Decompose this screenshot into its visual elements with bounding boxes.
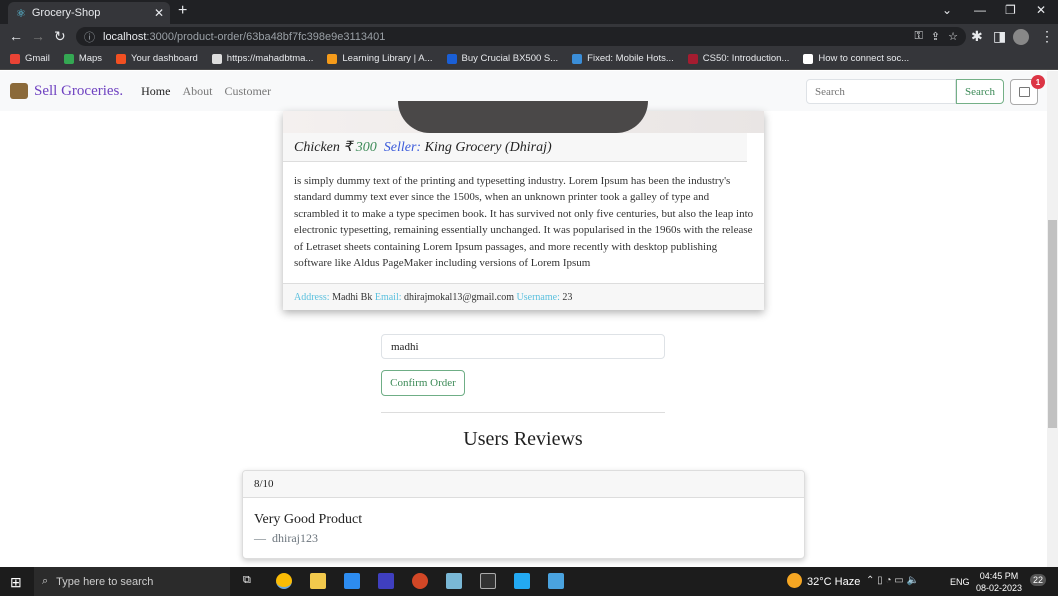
bookmark-icon xyxy=(572,53,583,64)
chrome-taskbar-icon[interactable] xyxy=(276,573,292,589)
menu-icon[interactable]: ⋮ xyxy=(1040,28,1054,45)
info-icon: ⓘ xyxy=(84,31,95,44)
share-icon[interactable]: ⇪ xyxy=(931,30,940,43)
close-window-icon[interactable]: ✕ xyxy=(1036,3,1046,17)
product-description: is simply dummy text of the printing and… xyxy=(294,175,754,270)
close-tab-icon[interactable]: ✕ xyxy=(154,6,164,20)
bookmark-item[interactable]: CS50: Introduction... xyxy=(687,53,789,64)
forward-icon[interactable]: → xyxy=(31,28,45,44)
shopping-bag-icon xyxy=(1018,87,1030,97)
back-icon[interactable]: ← xyxy=(9,28,23,44)
bookmark-item[interactable]: Learning Library | A... xyxy=(327,53,433,64)
bookmark-item[interactable]: Gmail xyxy=(10,53,50,64)
profile-avatar[interactable] xyxy=(1013,29,1029,45)
review-author: dhiraj123 xyxy=(272,531,318,545)
review-card: 8/10 Very Good Product — dhiraj123 xyxy=(242,470,805,559)
new-tab-button[interactable]: + xyxy=(178,2,187,20)
scrollbar-thumb[interactable] xyxy=(1048,220,1057,428)
tab-search-icon[interactable]: ⌄ xyxy=(942,3,952,17)
photos-icon[interactable] xyxy=(548,573,564,589)
bookmark-icon xyxy=(327,53,338,64)
bookmark-icon xyxy=(63,53,74,64)
taskbar: ⊞ ⌕ Type here to search ⧉ 32°C Haze ⌃ ▯ ◔… xyxy=(0,567,1058,596)
search-icon: ⌕ xyxy=(42,575,49,587)
bookmark-item[interactable]: How to connect soc... xyxy=(803,53,909,64)
cart-count-badge: 1 xyxy=(1031,75,1045,89)
review-text: Very Good Product xyxy=(254,512,363,527)
browser-tab[interactable]: ⚛ Grocery-Shop ✕ xyxy=(8,2,170,24)
mail-icon[interactable] xyxy=(344,573,360,589)
bookmarks-bar: Gmail Maps Your dashboard https://mahadbtma… xyxy=(0,48,1058,70)
bookmark-item[interactable]: https://mahadbtma... xyxy=(211,53,313,64)
windows-start-icon[interactable]: ⊞ xyxy=(10,574,22,591)
product-title: Chicken ₹ 300 Seller: King Grocery (Dhir… xyxy=(283,133,747,162)
bookmark-item[interactable]: Your dashboard xyxy=(116,53,198,64)
bookmark-icon xyxy=(803,53,814,64)
bookmark-icon xyxy=(687,53,698,64)
product-card: Chicken ₹ 300 Seller: King Grocery (Dhir… xyxy=(283,101,764,310)
vscode-icon[interactable] xyxy=(514,573,530,589)
nav-customer[interactable]: Customer xyxy=(224,84,271,99)
brand-link[interactable]: Sell Groceries. xyxy=(10,83,123,100)
key-icon[interactable]: ⚿ xyxy=(915,30,923,43)
terminal-icon[interactable] xyxy=(480,573,496,589)
bookmark-item[interactable]: Buy Crucial BX500 S... xyxy=(446,53,558,64)
task-view-icon[interactable]: ⧉ xyxy=(243,574,251,587)
react-icon: ⚛ xyxy=(16,7,26,20)
weather-text[interactable]: 32°C Haze xyxy=(807,576,860,588)
powerpoint-icon[interactable] xyxy=(412,573,428,589)
file-explorer-icon[interactable] xyxy=(310,573,326,589)
nav-about[interactable]: About xyxy=(182,84,212,99)
nav-home[interactable]: Home xyxy=(141,84,170,99)
bookmark-item[interactable]: Maps xyxy=(63,53,102,64)
bookmark-icon xyxy=(211,53,222,64)
search-input[interactable] xyxy=(806,79,956,104)
bookmark-icon xyxy=(116,53,127,64)
divider xyxy=(381,412,665,413)
bookmark-item[interactable]: Fixed: Mobile Hots... xyxy=(572,53,674,64)
search-button[interactable]: Search xyxy=(956,79,1004,104)
delivery-address-input[interactable] xyxy=(381,334,665,359)
extensions-icon[interactable]: ✱ xyxy=(971,28,983,45)
bookmark-icon xyxy=(10,53,20,64)
sidepanel-icon[interactable]: ◨ xyxy=(993,28,1006,45)
product-image xyxy=(283,101,764,133)
reload-icon[interactable]: ↻ xyxy=(54,28,66,45)
url-bar[interactable]: ⓘ localhost:3000/product-order/63ba48bf7f… xyxy=(76,27,966,46)
clock[interactable]: 04:45 PM 08-02-2023 xyxy=(976,570,1022,594)
tray-icons[interactable]: ⌃ ▯ ◔ ▭ 🔈 xyxy=(866,575,919,586)
reviews-heading: Users Reviews xyxy=(463,428,583,450)
bookmark-icon xyxy=(446,53,457,64)
seller-info: Address: Madhi Bk Email: dhirajmokal13@g… xyxy=(283,283,764,310)
review-rating: 8/10 xyxy=(243,471,804,498)
weather-icon xyxy=(787,573,802,588)
notification-badge[interactable]: 22 xyxy=(1030,574,1047,586)
grocery-basket-logo xyxy=(10,83,28,99)
language-indicator[interactable]: ENG xyxy=(950,577,970,587)
notepad-icon[interactable] xyxy=(446,573,462,589)
minimize-icon[interactable]: — xyxy=(974,3,986,17)
maximize-icon[interactable]: ❐ xyxy=(1005,3,1016,17)
confirm-order-button[interactable]: Confirm Order xyxy=(381,370,465,396)
taskbar-search[interactable]: ⌕ Type here to search xyxy=(34,567,230,596)
app-icon[interactable] xyxy=(378,573,394,589)
star-icon[interactable]: ☆ xyxy=(948,30,958,43)
